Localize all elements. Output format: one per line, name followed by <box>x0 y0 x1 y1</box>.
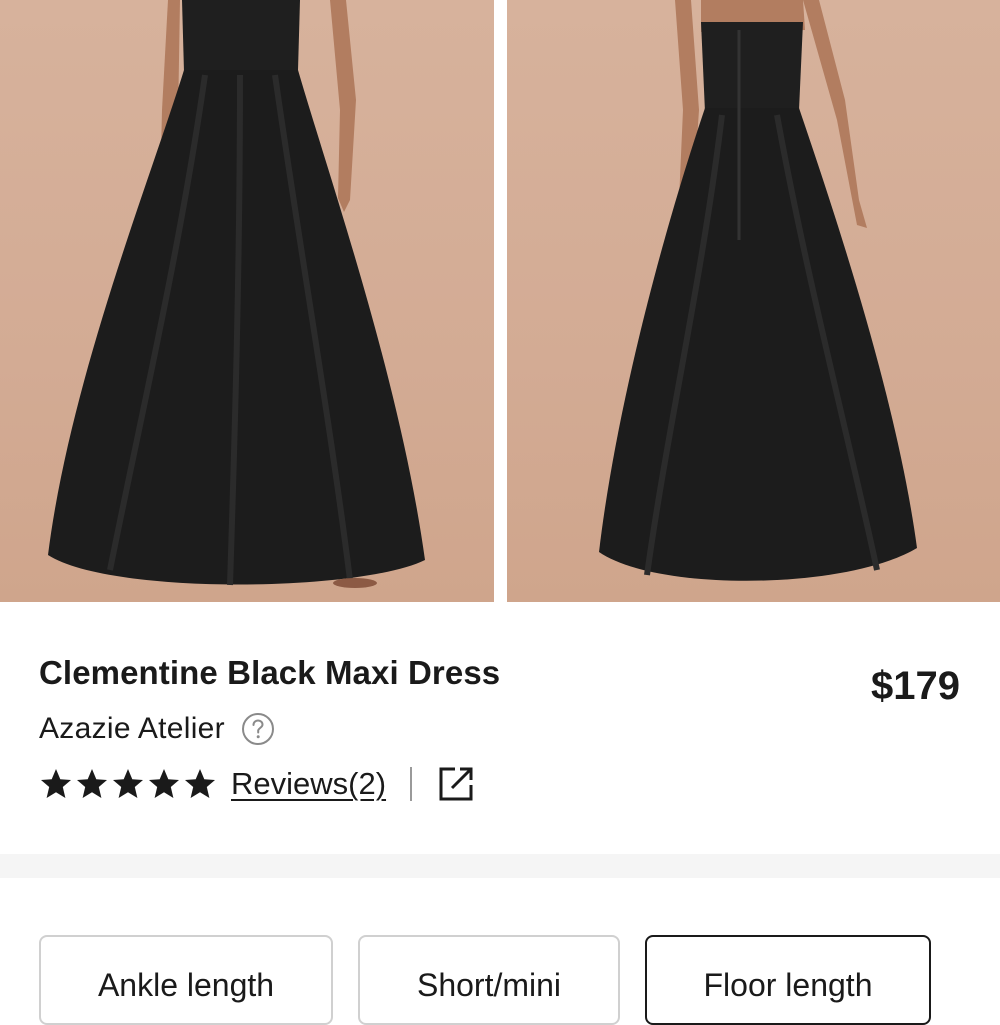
brand-row: Azazie Atelier <box>39 712 275 746</box>
brand-name: Azazie Atelier <box>39 712 225 745</box>
reviews-link[interactable]: Reviews(2) <box>231 766 386 802</box>
length-option-short-mini[interactable]: Short/mini <box>358 935 620 1025</box>
star-icon <box>183 767 217 801</box>
length-option-ankle[interactable]: Ankle length <box>39 935 333 1025</box>
product-title: Clementine Black Maxi Dress <box>39 654 501 691</box>
product-price: $179 <box>871 664 960 708</box>
product-image-front[interactable] <box>0 0 494 602</box>
rating-row: Reviews(2) <box>39 762 476 806</box>
star-icon <box>39 767 73 801</box>
length-option-label: Ankle length <box>97 967 275 1003</box>
help-icon[interactable] <box>241 712 275 746</box>
star-icon <box>147 767 181 801</box>
star-icon <box>75 767 109 801</box>
length-option-label: Short/mini <box>416 967 562 1003</box>
product-image-back[interactable] <box>507 0 1000 602</box>
star-icon <box>111 767 145 801</box>
length-option-label: Floor length <box>703 967 873 1003</box>
length-option-floor[interactable]: Floor length <box>645 935 931 1025</box>
section-divider <box>0 854 1000 878</box>
rating-stars <box>39 767 217 801</box>
product-gallery <box>0 0 1000 602</box>
dress-back-illustration <box>599 0 917 581</box>
external-link-icon[interactable] <box>436 764 476 804</box>
dress-front-illustration <box>48 0 425 588</box>
divider <box>410 767 413 801</box>
